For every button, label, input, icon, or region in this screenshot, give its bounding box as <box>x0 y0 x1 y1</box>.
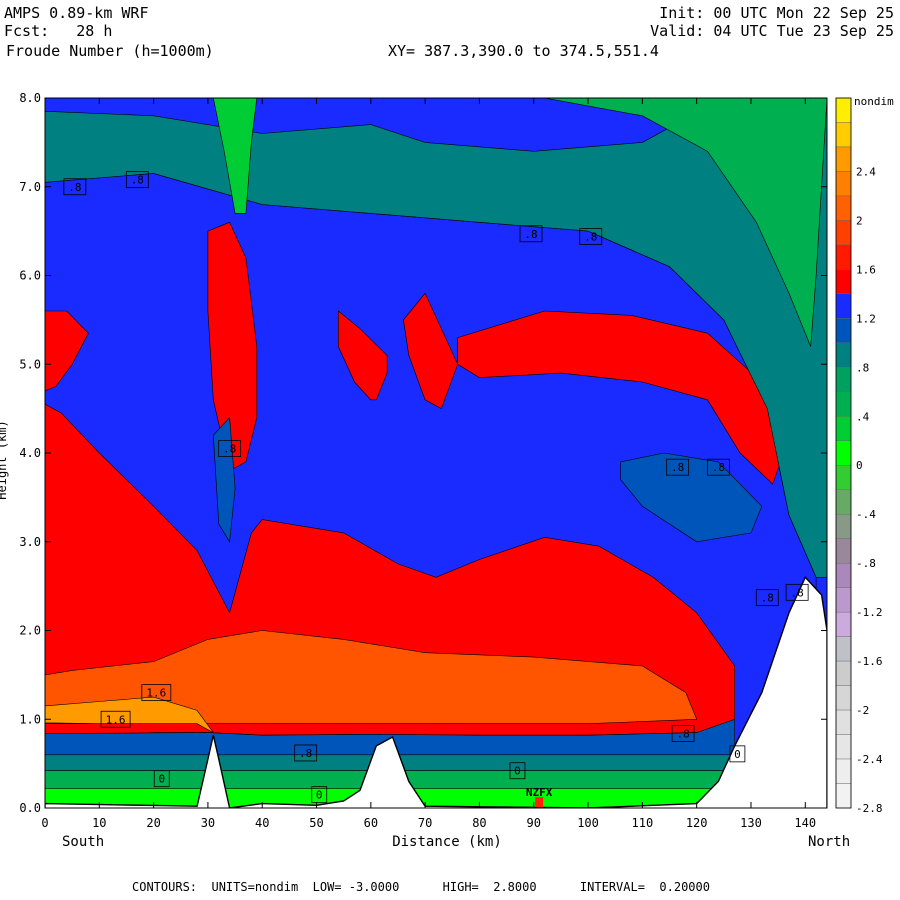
colorbar-swatch <box>835 636 852 662</box>
x-tick-label: 70 <box>418 816 432 830</box>
colorbar-label: .4 <box>856 410 870 423</box>
colorbar-swatch <box>835 660 852 686</box>
x-tick-label: 120 <box>686 816 708 830</box>
froude-cross-section-chart: .8 .8 .8 .8 .8 .8 .8 .8 .8 1.6 1.6 .8 .8 0 0 0 0 NZFX 0 10… <box>0 91 894 850</box>
y-tick-label: 3.0 <box>19 535 41 549</box>
colorbar-unit: nondim <box>854 95 894 108</box>
colorbar-label: -1.6 <box>856 655 883 668</box>
x-tick-label: 90 <box>527 816 541 830</box>
colorbar-swatch <box>835 440 852 466</box>
x-tick-label: 100 <box>577 816 599 830</box>
colorbar-label: 0 <box>856 459 863 472</box>
colorbar-swatch <box>835 562 852 588</box>
colorbar-swatch <box>835 195 852 221</box>
y-tick-label: 6.0 <box>19 269 41 283</box>
x-tick-label: 130 <box>740 816 762 830</box>
colorbar-label: 2 <box>856 214 863 227</box>
colorbar-swatch <box>835 587 852 613</box>
colorbar-swatch <box>835 611 852 637</box>
x-left-label: South <box>62 834 104 850</box>
x-right-label: North <box>808 834 850 850</box>
y-tick-label: 0.0 <box>19 801 41 815</box>
x-tick-label: 30 <box>201 816 215 830</box>
station-label: NZFX <box>526 786 553 799</box>
y-tick-label: 4.0 <box>19 446 41 460</box>
svg-text:0: 0 <box>158 773 165 786</box>
colorbar-label: .8 <box>856 361 869 374</box>
svg-text:.8: .8 <box>68 181 81 194</box>
y-axis-label: Height (km) <box>0 420 9 499</box>
colorbar-swatch <box>835 514 852 539</box>
colorbar-swatch <box>835 146 852 172</box>
svg-text:0: 0 <box>316 789 323 802</box>
colorbar-label: -.8 <box>856 557 876 570</box>
svg-text:.8: .8 <box>131 174 144 187</box>
colorbar-swatch <box>835 244 852 270</box>
colorbar-swatch <box>835 171 852 197</box>
colorbar-swatch <box>835 489 852 515</box>
colorbar-swatch <box>835 293 852 319</box>
colorbar-label: -2.4 <box>856 753 883 766</box>
colorbar-swatch <box>835 416 852 441</box>
colorbar-label: 2.4 <box>856 165 876 178</box>
svg-text:.8: .8 <box>524 228 537 241</box>
x-tick-label: 40 <box>255 816 269 830</box>
colorbar-swatch <box>835 220 852 246</box>
colorbar-swatch <box>835 734 852 760</box>
colorbar-swatch <box>835 391 852 417</box>
y-tick-label: 2.0 <box>19 624 41 638</box>
colorbar-swatch <box>835 685 852 711</box>
svg-text:0: 0 <box>734 748 741 761</box>
svg-text:.8: .8 <box>299 747 312 760</box>
colorbar-swatch <box>835 122 852 148</box>
colorbar-swatch <box>835 318 852 344</box>
colorbar-label: -2 <box>856 704 869 717</box>
svg-text:.8: .8 <box>584 230 597 243</box>
svg-text:1.6: 1.6 <box>146 687 166 700</box>
y-tick-label: 5.0 <box>19 357 41 371</box>
x-tick-label: 50 <box>309 816 323 830</box>
contour-info-footer: CONTOURS: UNITS=nondim LOW= -3.0000 HIGH… <box>132 880 710 894</box>
x-tick-label: 140 <box>794 816 816 830</box>
colorbar-swatch <box>835 465 852 490</box>
svg-text:.8: .8 <box>671 461 684 474</box>
svg-text:.8: .8 <box>712 461 725 474</box>
colorbar-swatch <box>835 709 852 735</box>
x-tick-label: 0 <box>41 816 48 830</box>
colorbar-swatch <box>835 538 852 564</box>
colorbar-swatch <box>835 783 852 809</box>
svg-text:.8: .8 <box>791 586 804 599</box>
colorbar-swatch <box>835 367 852 392</box>
x-tick-label: 60 <box>364 816 378 830</box>
colorbar-label: -2.8 <box>856 802 883 815</box>
svg-text:.8: .8 <box>761 592 774 605</box>
colorbar-swatch <box>835 269 852 295</box>
colorbar-swatch <box>835 97 852 123</box>
svg-text:1.6: 1.6 <box>106 713 126 726</box>
colorbar-swatch <box>835 758 852 784</box>
y-tick-label: 7.0 <box>19 180 41 194</box>
colorbar-label: 1.6 <box>856 263 876 276</box>
y-tick-label: 1.0 <box>19 712 41 726</box>
svg-text:.8: .8 <box>223 443 236 456</box>
colorbar: nondim 2.4 2 1.6 1.2 .8 .4 0 -.4 -.8 -1.2 -1.6 -2 -2.… <box>835 95 894 815</box>
colorbar-label: -1.2 <box>856 606 883 619</box>
x-tick-label: 80 <box>472 816 486 830</box>
colorbar-label: -.4 <box>856 508 876 521</box>
svg-text:0: 0 <box>514 765 521 778</box>
colorbar-swatch <box>835 342 852 368</box>
svg-text:.8: .8 <box>676 727 689 740</box>
colorbar-label: 1.2 <box>856 312 876 325</box>
x-axis-label: Distance (km) <box>392 834 502 850</box>
x-tick-label: 20 <box>146 816 160 830</box>
x-tick-label: 10 <box>92 816 106 830</box>
y-tick-label: 8.0 <box>19 91 41 105</box>
x-tick-label: 110 <box>632 816 654 830</box>
